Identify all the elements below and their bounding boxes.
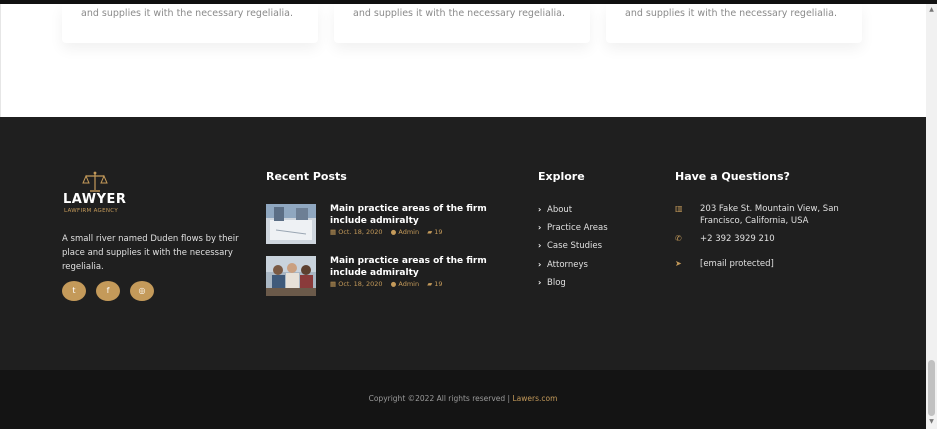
explore-link-label: Blog [547,278,566,288]
post-meta: ▦ Oct. 18, 2020 ● Admin ▰ 19 [330,280,449,288]
post-comments[interactable]: 19 [434,280,442,288]
explore-link-practice-areas[interactable]: › Practice Areas [538,223,608,233]
explore-link-label: Attorneys [547,260,588,270]
post-title[interactable]: Main practice areas of the firm include … [330,203,500,227]
map-icon: ▥ [675,204,683,213]
page-scrollbar[interactable]: ▲ ▼ [926,4,937,429]
explore-link-label: Practice Areas [547,223,608,233]
copyright-bar: Copyright ©2022 All rights reserved | La… [0,370,926,429]
service-card-text: and supplies it with the necessary regel… [81,8,294,19]
chevron-right-icon: › [538,278,542,287]
address-text: 203 Fake St. Mountain View, San Francisc… [700,204,839,226]
footer-about-text: A small river named Duden flows by their… [62,234,239,272]
explore-heading: Explore [538,170,585,183]
twitter-button[interactable]: t [62,281,86,301]
scales-of-justice-icon [82,171,108,192]
post-date[interactable]: Oct. 18, 2020 [338,280,382,288]
contact-heading: Have a Questions? [675,170,790,183]
copyright-label: Copyright ©2022 All rights reserved | [368,394,513,403]
post-title[interactable]: Main practice areas of the firm include … [330,255,500,279]
comment-icon: ▰ [427,280,433,288]
phone-icon: ✆ [675,234,682,243]
service-card: and supplies it with the necessary regel… [62,4,318,43]
copyright-text: Copyright ©2022 All rights reserved | La… [0,394,926,403]
chevron-right-icon: › [538,223,542,232]
brand-name: LAWYER [63,192,127,207]
explore-link-blog[interactable]: › Blog [538,278,566,288]
copyright-site-link[interactable]: Lawers.com [512,394,557,403]
comment-icon: ▰ [427,228,433,236]
scroll-down-icon[interactable]: ▼ [928,418,935,425]
instagram-button[interactable]: ◎ [130,281,154,301]
site-footer: LAWYER LAWFIRM AGENCY A small river name… [0,117,926,370]
service-card-text: and supplies it with the necessary regel… [353,8,566,19]
post-date[interactable]: Oct. 18, 2020 [338,228,382,236]
phone-text: +2 392 3929 210 [700,234,775,244]
post-comments[interactable]: 19 [434,228,442,236]
paper-plane-icon: ➤ [675,259,682,268]
service-card: and supplies it with the necessary regel… [334,4,590,43]
scroll-up-icon[interactable]: ▲ [928,6,935,13]
instagram-icon: ◎ [138,286,146,295]
email-text: [email protected] [700,259,774,269]
calendar-icon: ▦ [330,280,337,288]
post-image [266,256,316,296]
recent-post-item[interactable]: Main practice areas of the firm include … [266,256,496,298]
explore-link-label: Case Studies [547,241,603,251]
post-author[interactable]: Admin [398,280,419,288]
recent-post-item[interactable]: Main practice areas of the firm include … [266,204,496,246]
brand-tagline: LAWFIRM AGENCY [64,208,119,214]
recent-posts-heading: Recent Posts [266,170,347,183]
chevron-right-icon: › [538,241,542,250]
calendar-icon: ▦ [330,228,337,236]
chevron-right-icon: › [538,205,542,214]
facebook-icon: f [106,286,110,295]
explore-link-case-studies[interactable]: › Case Studies [538,241,602,251]
post-author[interactable]: Admin [398,228,419,236]
service-card: and supplies it with the necessary regel… [606,4,862,43]
twitter-icon: t [72,286,76,295]
user-icon: ● [390,280,397,288]
explore-link-about[interactable]: › About [538,205,572,215]
scrollbar-thumb[interactable] [928,360,935,416]
user-icon: ● [390,228,397,236]
explore-link-label: About [547,205,573,215]
explore-link-attorneys[interactable]: › Attorneys [538,260,588,270]
services-section: and supplies it with the necessary regel… [0,4,927,117]
post-meta: ▦ Oct. 18, 2020 ● Admin ▰ 19 [330,228,449,236]
facebook-button[interactable]: f [96,281,120,301]
post-image [266,204,316,244]
post-thumbnail[interactable] [266,256,316,296]
service-card-text: and supplies it with the necessary regel… [625,8,838,19]
chevron-right-icon: › [538,260,542,269]
post-thumbnail[interactable] [266,204,316,244]
